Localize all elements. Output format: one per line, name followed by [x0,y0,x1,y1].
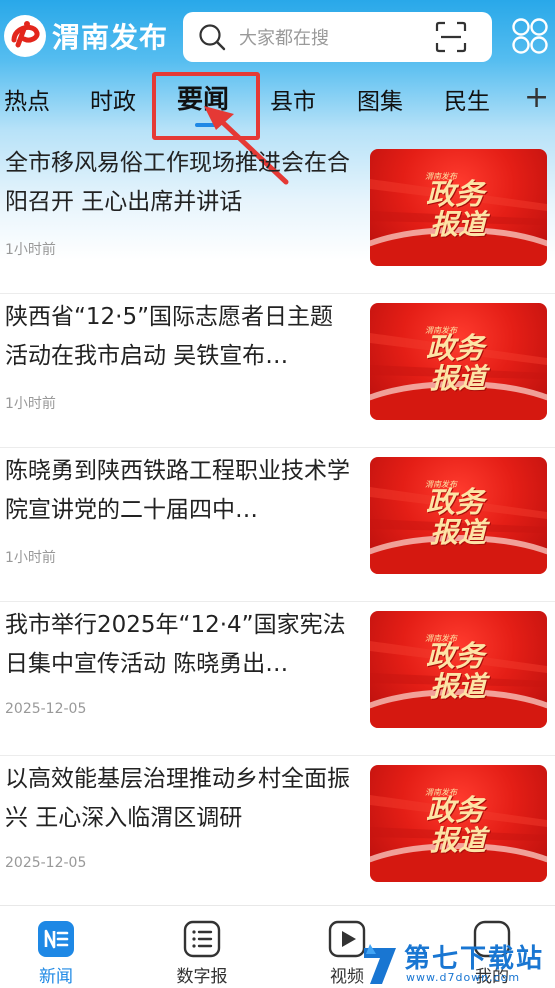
logo-icon [4,15,46,57]
apps-grid-icon[interactable] [511,17,549,55]
news-title: 我市举行2025年“12·4”国家宪法日集中宣传活动 陈晓勇出… [5,612,346,677]
news-time: 1小时前 [5,242,56,258]
news-thumbnail: 渭南发布 政务 报道 [370,303,547,420]
news-title: 全市移风易俗工作现场推进会在合阳召开 王心出席并讲话 [5,150,350,215]
news-title: 以高效能基层治理推动乡村全面振兴 王心深入临渭区调研 [5,766,350,831]
news-thumbnail: 渭南发布 政务 报道 [370,149,547,266]
search-icon [199,24,226,51]
news-list: 全市移风易俗工作现场推进会在合阳召开 王心出席并讲话 1小时前 渭南发布 政务 … [0,140,555,910]
watermark-url: www.d7down.com [406,971,521,984]
app-name: 渭南发布 [52,21,169,54]
header: 渭南发布 大家都在搜 [0,0,555,74]
news-title: 陕西省“12·5”国际志愿者日主题活动在我市启动 吴铁宣布… [5,304,334,369]
news-title: 陈晓勇到陕西铁路工程职业技术学院宣讲党的二十届四中… [5,458,350,523]
list-item[interactable]: 以高效能基层治理推动乡村全面振兴 王心深入临渭区调研 2025-12-05 渭南… [0,756,555,910]
list-item[interactable]: 我市举行2025年“12·4”国家宪法日集中宣传活动 陈晓勇出… 2025-12… [0,602,555,756]
nav-digital-paper-label: 数字报 [176,967,228,987]
tab-gallery[interactable]: 图集 [357,82,403,116]
news-thumbnail: 渭南发布 政务 报道 [370,457,547,574]
thumb-line2: 报道 [430,362,487,395]
search-bar[interactable]: 大家都在搜 [183,12,492,62]
news-time: 2025-12-05 [5,701,87,717]
tab-politics[interactable]: 时政 [90,82,136,116]
news-thumbnail: 渭南发布 政务 报道 [370,765,547,882]
list-item[interactable]: 全市移风易俗工作现场推进会在合阳召开 王心出席并讲话 1小时前 渭南发布 政务 … [0,140,555,294]
add-channel-button[interactable]: + [524,82,549,114]
tab-hot[interactable]: 热点 [4,82,50,116]
tab-livelihood[interactable]: 民生 [444,82,490,116]
list-item[interactable]: 陕西省“12·5”国际志愿者日主题活动在我市启动 吴铁宣布… 1小时前 渭南发布… [0,294,555,448]
digital-paper-icon [183,920,221,958]
watermark-text: 第七下载站 [404,944,545,974]
news-thumbnail: 渭南发布 政务 报道 [370,611,547,728]
news-time: 1小时前 [5,550,56,566]
nav-news-label: 新闻 [39,967,73,987]
news-time: 1小时前 [5,396,56,412]
thumb-line2: 报道 [430,670,487,703]
thumb-line2: 报道 [430,824,487,857]
thumb-line2: 报道 [430,208,487,241]
nav-digital-paper[interactable]: 数字报 [157,906,247,988]
scan-icon[interactable] [434,20,468,54]
news-icon [38,921,74,957]
nav-news[interactable]: 新闻 [11,906,101,988]
watermark: 第七下载站 www.d7down.com [360,936,555,988]
news-time: 2025-12-05 [5,855,87,871]
list-item[interactable]: 陈晓勇到陕西铁路工程职业技术学院宣讲党的二十届四中… 1小时前 渭南发布 政务 … [0,448,555,602]
thumb-line2: 报道 [430,516,487,549]
watermark-logo-icon [364,944,396,984]
search-placeholder: 大家都在搜 [239,28,329,49]
app-logo[interactable]: 渭南发布 [4,15,168,57]
